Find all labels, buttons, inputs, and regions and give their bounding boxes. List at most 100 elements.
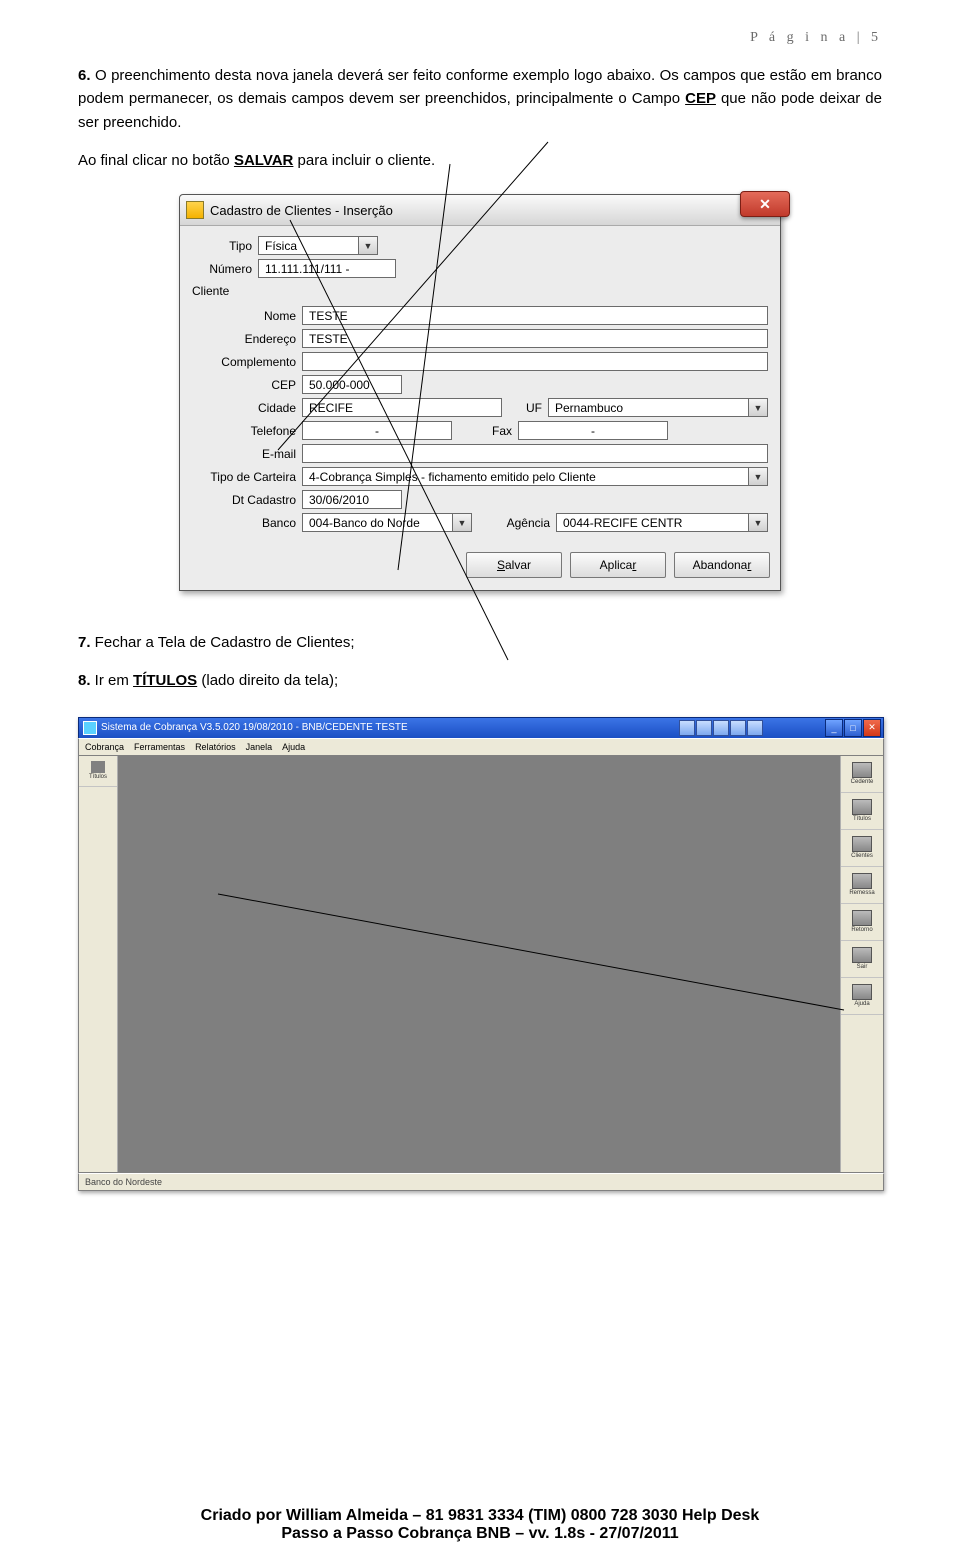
people-icon bbox=[852, 836, 872, 852]
window-icon[interactable] bbox=[696, 720, 712, 736]
nome-label: Nome bbox=[192, 309, 302, 323]
abandonar-button[interactable]: Abandonar bbox=[674, 552, 770, 578]
telefone-input[interactable] bbox=[307, 423, 447, 439]
paragraph-6: 6. O preenchimento desta nova janela dev… bbox=[78, 64, 882, 134]
tipo-carteira-input[interactable] bbox=[307, 469, 744, 485]
agencia-input[interactable] bbox=[561, 515, 744, 531]
tipo-carteira-combo[interactable]: ▼ bbox=[302, 467, 768, 486]
document-icon bbox=[91, 761, 105, 773]
document-icon bbox=[852, 799, 872, 815]
maximize-button[interactable]: □ bbox=[844, 719, 862, 737]
window-icon[interactable] bbox=[713, 720, 729, 736]
menu-item[interactable]: Cobrança bbox=[85, 742, 124, 752]
dialog-title: Cadastro de Clientes - Inserção bbox=[210, 203, 393, 218]
banco-input[interactable] bbox=[307, 515, 448, 531]
aplicar-button[interactable]: Aplicar bbox=[570, 552, 666, 578]
agencia-combo[interactable]: ▼ bbox=[556, 513, 768, 532]
toolbar-label: Remessa bbox=[849, 890, 874, 896]
uf-combo[interactable]: ▼ bbox=[548, 398, 768, 417]
email-label: E-mail bbox=[192, 447, 302, 461]
mdi-right-toolbar: Cedente Títulos Clientes Remessa Retorno… bbox=[840, 756, 883, 1172]
dt-cadastro-label: Dt Cadastro bbox=[192, 493, 302, 507]
chevron-down-icon[interactable]: ▼ bbox=[749, 467, 768, 486]
cep-label: CEP bbox=[192, 378, 302, 392]
tipo-label: Tipo bbox=[192, 239, 258, 253]
page-number: P á g i n a | 5 bbox=[78, 30, 882, 46]
menu-item[interactable]: Relatórios bbox=[195, 742, 236, 752]
item-6-number: 6. bbox=[78, 67, 91, 84]
fax-input[interactable] bbox=[523, 423, 663, 439]
upload-icon bbox=[852, 873, 872, 889]
app-icon bbox=[186, 201, 204, 219]
item-8-number: 8. bbox=[78, 672, 91, 689]
mdi-left-toolbar: Títulos bbox=[79, 756, 118, 1172]
telefone-label: Telefone bbox=[192, 424, 302, 438]
toolbar-label: Ajuda bbox=[854, 1001, 869, 1007]
dt-cadastro-input[interactable] bbox=[307, 492, 397, 508]
cidade-label: Cidade bbox=[192, 401, 302, 415]
paragraph-7: 7. Fechar a Tela de Cadastro de Clientes… bbox=[78, 631, 882, 654]
complemento-input[interactable] bbox=[307, 354, 763, 370]
email-input[interactable] bbox=[307, 446, 763, 462]
dialog-titlebar: Cadastro de Clientes - Inserção ✕ bbox=[180, 195, 780, 226]
salvar-button[interactable]: Salvar bbox=[466, 552, 562, 578]
cidade-input[interactable] bbox=[307, 400, 497, 416]
download-icon bbox=[852, 910, 872, 926]
item-8-text-a: Ir em bbox=[91, 672, 134, 689]
mdi-title: Sistema de Cobrança V3.5.020 19/08/2010 … bbox=[101, 722, 408, 733]
toolbar-item-titulos[interactable]: Títulos bbox=[79, 756, 117, 787]
menu-item[interactable]: Ferramentas bbox=[134, 742, 185, 752]
item-8-text-b: (lado direito da tela); bbox=[197, 672, 338, 689]
tipo-carteira-label: Tipo de Carteira bbox=[192, 470, 302, 484]
window-icon[interactable] bbox=[747, 720, 763, 736]
item-6b-pre: Ao final clicar no botão bbox=[78, 152, 234, 169]
close-button[interactable]: ✕ bbox=[863, 719, 881, 737]
mdi-client-area bbox=[118, 756, 840, 1172]
fax-label: Fax bbox=[452, 424, 518, 438]
close-button[interactable]: ✕ bbox=[740, 191, 790, 217]
chevron-down-icon[interactable]: ▼ bbox=[359, 236, 378, 255]
mdi-statusbar: Banco do Nordeste bbox=[78, 1173, 884, 1191]
paragraph-6b: Ao final clicar no botão SALVAR para inc… bbox=[78, 149, 882, 172]
menu-item[interactable]: Ajuda bbox=[282, 742, 305, 752]
toolbar-item-retorno[interactable]: Retorno bbox=[841, 904, 883, 941]
cep-input[interactable] bbox=[307, 377, 397, 393]
numero-label: Número bbox=[192, 262, 258, 276]
nome-input[interactable] bbox=[307, 308, 763, 324]
minimize-button[interactable]: _ bbox=[825, 719, 843, 737]
banco-combo[interactable]: ▼ bbox=[302, 513, 472, 532]
mdi-menubar: Cobrança Ferramentas Relatórios Janela A… bbox=[78, 738, 884, 756]
mdi-window: Sistema de Cobrança V3.5.020 19/08/2010 … bbox=[78, 717, 884, 1191]
chevron-down-icon[interactable]: ▼ bbox=[453, 513, 472, 532]
menu-item[interactable]: Janela bbox=[246, 742, 273, 752]
toolbar-label: Cedente bbox=[851, 779, 874, 785]
toolbar-label: Retorno bbox=[851, 927, 872, 933]
folder-icon bbox=[852, 762, 872, 778]
exit-icon bbox=[852, 947, 872, 963]
salvar-emphasis: SALVAR bbox=[234, 152, 293, 169]
page-footer: Criado por William Almeida – 81 9831 333… bbox=[0, 1507, 960, 1543]
toolbar-item-cedente[interactable]: Cedente bbox=[841, 756, 883, 793]
agencia-label: Agência bbox=[472, 516, 556, 530]
titulos-emphasis: TÍTULOS bbox=[133, 672, 197, 689]
window-icon[interactable] bbox=[730, 720, 746, 736]
uf-input[interactable] bbox=[553, 400, 744, 416]
chevron-down-icon[interactable]: ▼ bbox=[749, 398, 768, 417]
chevron-down-icon[interactable]: ▼ bbox=[749, 513, 768, 532]
numero-input[interactable] bbox=[263, 261, 391, 277]
toolbar-item-ajuda[interactable]: Ajuda bbox=[841, 978, 883, 1015]
cliente-section-label: Cliente bbox=[192, 284, 768, 298]
toolbar-label: Sair bbox=[857, 964, 868, 970]
toolbar-item-clientes[interactable]: Clientes bbox=[841, 830, 883, 867]
tipo-combo[interactable]: ▼ bbox=[258, 236, 378, 255]
toolbar-item-sair[interactable]: Sair bbox=[841, 941, 883, 978]
tipo-input[interactable] bbox=[263, 238, 354, 254]
endereco-input[interactable] bbox=[307, 331, 763, 347]
toolbar-item-remessa[interactable]: Remessa bbox=[841, 867, 883, 904]
window-icon[interactable] bbox=[679, 720, 695, 736]
footer-line-1: Criado por William Almeida – 81 9831 333… bbox=[0, 1507, 960, 1525]
app-icon bbox=[83, 721, 97, 735]
item-7-text: Fechar a Tela de Cadastro de Clientes; bbox=[91, 634, 355, 651]
endereco-label: Endereço bbox=[192, 332, 302, 346]
toolbar-item-titulos[interactable]: Títulos bbox=[841, 793, 883, 830]
